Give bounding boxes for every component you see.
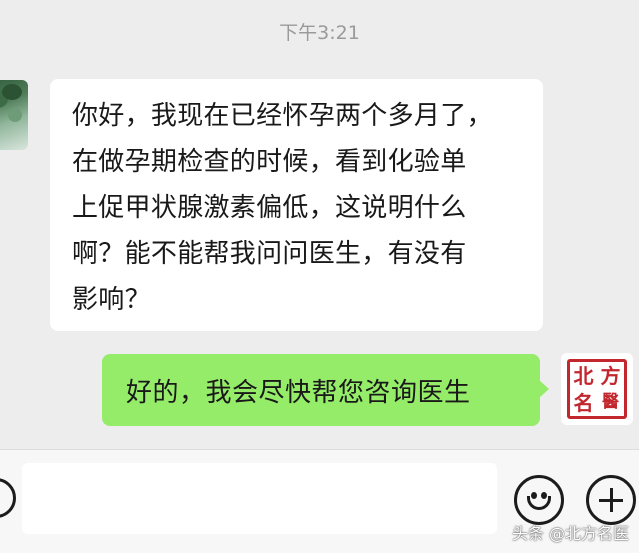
watermark: 头条 @北方名医 xyxy=(511,524,629,543)
outgoing-message-bubble[interactable]: 好的，我会尽快帮您咨询医生 xyxy=(102,354,549,426)
seal-logo: 北 方 名 醫 xyxy=(567,359,627,419)
my-avatar[interactable]: 北 方 名 醫 xyxy=(561,353,633,425)
smiley-icon[interactable] xyxy=(514,475,564,525)
seal-char: 醫 xyxy=(602,392,619,412)
plus-circle-icon[interactable] xyxy=(586,475,636,525)
incoming-message-bubble[interactable]: 你好，我现在已经怀孕两个多月了， 在做孕期检查的时候，看到化验单 上促甲状腺激素… xyxy=(50,79,543,331)
seal-char: 方 xyxy=(600,363,621,388)
seal-char: 北 xyxy=(573,363,594,388)
incoming-message-text: 你好，我现在已经怀孕两个多月了， 在做孕期检查的时候，看到化验单 上促甲状腺激素… xyxy=(72,101,493,315)
seal-char: 名 xyxy=(573,390,594,415)
message-input[interactable] xyxy=(22,463,497,534)
contact-avatar[interactable] xyxy=(0,80,28,150)
outgoing-message-text: 好的，我会尽快帮您咨询医生 xyxy=(126,377,471,408)
message-timestamp: 下午3:21 xyxy=(279,22,360,44)
